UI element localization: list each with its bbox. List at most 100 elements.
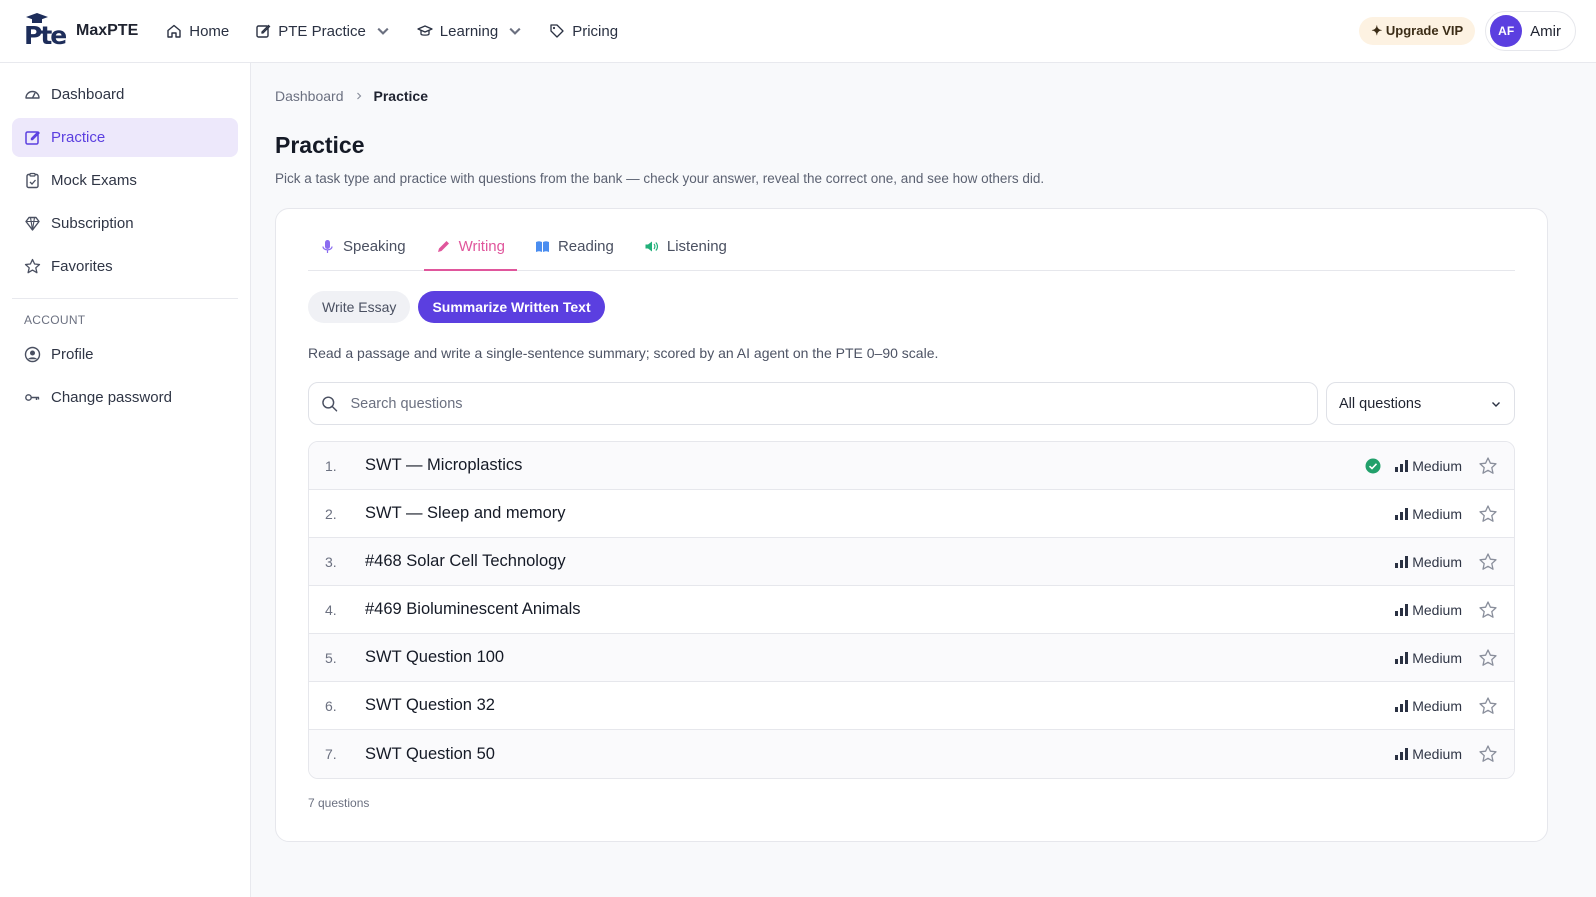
- difficulty-label: Medium: [1412, 649, 1462, 666]
- task-type-chips: Write Essay Summarize Written Text: [308, 291, 1515, 323]
- tab-speaking[interactable]: Speaking: [308, 238, 418, 271]
- avatar: AF: [1490, 15, 1523, 47]
- question-row[interactable]: 5. SWT Question 100 Medium: [309, 634, 1514, 682]
- edit-icon: [25, 131, 40, 145]
- sidebar-item-label: Change password: [51, 389, 172, 406]
- task-description: Read a passage and write a single-senten…: [308, 345, 939, 361]
- skill-tabs: Speaking Writing Reading Listening: [308, 209, 1515, 271]
- diamond-icon: [25, 216, 40, 231]
- favorite-star-icon[interactable]: [1478, 600, 1498, 620]
- difficulty-label: Medium: [1412, 746, 1462, 762]
- difficulty-label: Medium: [1412, 553, 1462, 570]
- chevron-down-icon: [377, 27, 389, 35]
- signal-bars-icon: [1395, 699, 1409, 712]
- signal-bars-icon: [1395, 748, 1409, 760]
- question-number: 7.: [325, 746, 337, 762]
- nav-home-label: Home: [189, 22, 230, 40]
- chevron-right-icon: [356, 92, 361, 100]
- question-filter-select[interactable]: All questions: [1326, 382, 1515, 425]
- search-icon: [322, 395, 338, 412]
- nav-pte-practice-label: PTE Practice: [278, 22, 366, 40]
- question-number: 4.: [325, 601, 337, 618]
- sidebar-item-label: Mock Exams: [51, 172, 137, 189]
- nav-pricing[interactable]: Pricing: [549, 23, 618, 40]
- tab-listening[interactable]: Listening: [632, 238, 739, 271]
- question-row[interactable]: 1. SWT — Microplastics Medium: [309, 442, 1514, 490]
- search-input[interactable]: [350, 395, 1305, 412]
- nav-learning-label: Learning: [439, 22, 499, 40]
- question-meta: Medium: [1395, 650, 1462, 666]
- search-box[interactable]: [308, 382, 1318, 425]
- sidebar-item-profile[interactable]: Profile: [12, 335, 238, 374]
- top-right-actions: ✦ Upgrade VIP AF Amir: [1359, 11, 1576, 51]
- question-list: 1. SWT — Microplastics Medium 2. SWT — S…: [308, 441, 1515, 779]
- favorite-star-icon[interactable]: [1478, 648, 1498, 668]
- nav-pricing-label: Pricing: [572, 22, 619, 40]
- sidebar-item-dashboard[interactable]: Dashboard: [12, 75, 238, 114]
- sidebar-divider: [12, 298, 238, 299]
- nav-pte-practice[interactable]: PTE Practice: [255, 23, 391, 40]
- clipboard-icon: [26, 172, 39, 189]
- upgrade-vip-button[interactable]: ✦ Upgrade VIP: [1359, 17, 1476, 45]
- sidebar-item-practice[interactable]: Practice: [12, 118, 238, 157]
- key-icon: [25, 394, 40, 401]
- sidebar-item-label: Dashboard: [51, 86, 125, 103]
- filters-row: All questions: [308, 382, 1515, 425]
- favorite-star-icon[interactable]: [1478, 744, 1498, 764]
- logo[interactable]: Pte MaxPTE: [24, 13, 139, 50]
- tab-label: Writing: [458, 238, 505, 255]
- question-meta: Medium: [1395, 746, 1462, 762]
- check-circle-icon: [1365, 458, 1381, 473]
- tab-writing[interactable]: Writing: [423, 238, 517, 271]
- sidebar-item-label: Profile: [51, 346, 94, 363]
- breadcrumb-parent[interactable]: Dashboard: [275, 88, 344, 104]
- chevron-down-icon: [1492, 401, 1500, 407]
- question-row[interactable]: 3. #468 Solar Cell Technology Medium: [309, 538, 1514, 586]
- logo-letters: Pte: [24, 21, 67, 50]
- main-content: Dashboard Practice Practice Pick a task …: [251, 63, 1596, 897]
- question-title: #468 Solar Cell Technology: [365, 552, 566, 570]
- question-row[interactable]: 7. SWT Question 50 Medium: [309, 730, 1514, 778]
- signal-bars-icon: [1395, 555, 1409, 568]
- tab-reading[interactable]: Reading: [523, 238, 626, 271]
- difficulty-label: Medium: [1412, 697, 1462, 714]
- chip-write-essay[interactable]: Write Essay: [308, 291, 411, 323]
- top-nav: Home PTE Practice Learning Pricing: [166, 23, 618, 40]
- question-row[interactable]: 4. #469 Bioluminescent Animals Medium: [309, 586, 1514, 634]
- question-number: 3.: [325, 553, 337, 570]
- top-navbar: Pte MaxPTE Home PTE Practice Learning Pr…: [0, 0, 1596, 63]
- question-meta: Medium: [1395, 698, 1462, 714]
- logo-mark: Pte: [24, 13, 68, 50]
- page-title: Practice: [275, 132, 365, 158]
- page-description: Pick a task type and practice with quest…: [275, 171, 1045, 186]
- favorite-star-icon[interactable]: [1478, 552, 1498, 572]
- sidebar-item-favorites[interactable]: Favorites: [12, 247, 238, 286]
- question-row[interactable]: 6. SWT Question 32 Medium: [309, 682, 1514, 730]
- nav-home[interactable]: Home: [166, 23, 229, 40]
- favorite-star-icon[interactable]: [1478, 504, 1498, 524]
- user-menu[interactable]: AF Amir: [1485, 11, 1576, 51]
- sidebar-item-mock-exams[interactable]: Mock Exams: [12, 161, 238, 200]
- question-row[interactable]: 2. SWT — Sleep and memory Medium: [309, 490, 1514, 538]
- breadcrumb: Dashboard Practice: [275, 88, 1572, 104]
- sidebar-item-label: Practice: [51, 129, 106, 146]
- nav-learning[interactable]: Learning: [417, 23, 523, 40]
- chip-summarize-written-text[interactable]: Summarize Written Text: [418, 291, 605, 323]
- brand-name: MaxPTE: [76, 22, 139, 39]
- favorite-star-icon[interactable]: [1478, 696, 1498, 716]
- question-title: SWT Question 50: [365, 744, 495, 763]
- tag-icon: [550, 24, 564, 38]
- question-meta: Medium: [1395, 506, 1462, 522]
- sidebar-item-subscription[interactable]: Subscription: [12, 204, 238, 243]
- chevron-down-icon: [509, 27, 521, 35]
- star-icon: [24, 258, 41, 274]
- favorite-star-icon[interactable]: [1478, 456, 1498, 476]
- graduation-cap-icon: [417, 25, 433, 36]
- question-meta: Medium: [1365, 458, 1462, 474]
- microphone-icon: [322, 240, 333, 253]
- question-number: 2.: [325, 505, 337, 522]
- signal-bars-icon: [1395, 507, 1409, 520]
- sidebar-item-change-password[interactable]: Change password: [12, 378, 238, 417]
- user-name: Amir: [1530, 22, 1561, 40]
- question-meta: Medium: [1395, 602, 1462, 618]
